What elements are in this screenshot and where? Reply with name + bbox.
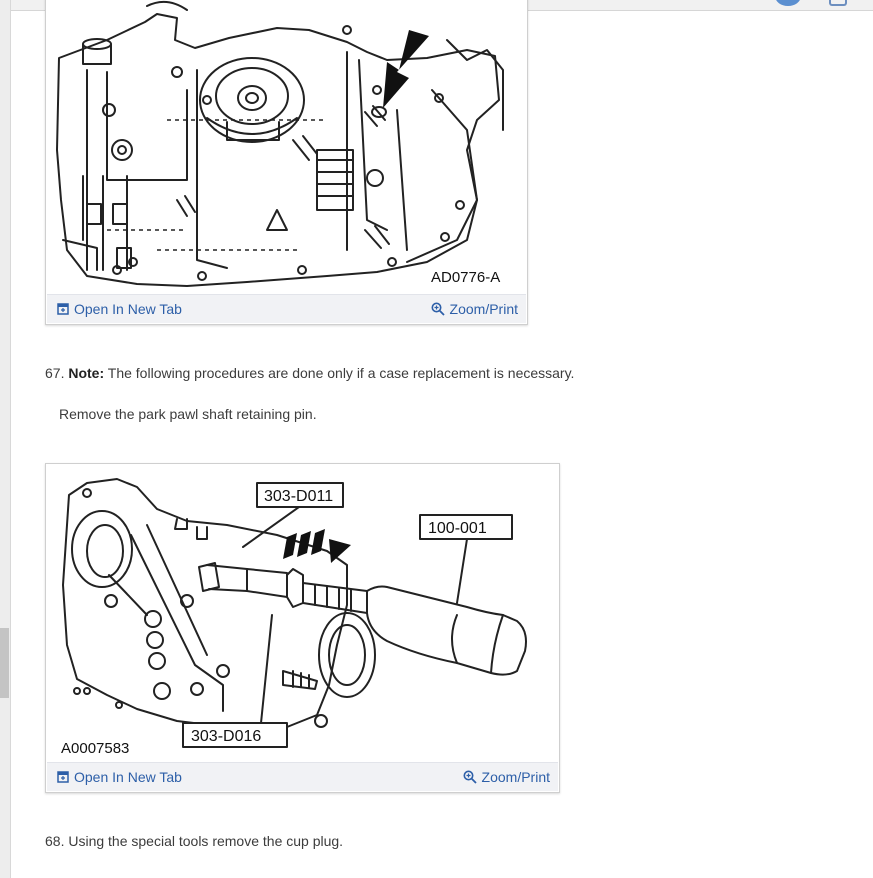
figure1-toolbar: Open In New Tab Zoom/Print (47, 294, 526, 323)
figure2-code: A0007583 (61, 740, 129, 757)
figure1-code: AD0776-A (431, 269, 500, 286)
figure1-zoom-print-link[interactable]: Zoom/Print (431, 301, 518, 317)
left-scrollbar-track[interactable] (0, 0, 11, 878)
figure2-open-new-tab-link[interactable]: Open In New Tab (57, 769, 182, 785)
transmission-case-illustration: AD0776-A (56, 0, 504, 287)
callout-100-001: 100-001 (428, 520, 487, 537)
zoom-magnifier-icon (463, 770, 477, 784)
callout-303-d016: 303-D016 (191, 728, 261, 745)
step-number: 67. (45, 365, 65, 381)
figure2-zoom-link-label: Zoom/Print (481, 769, 550, 785)
note-label: Note: (68, 365, 105, 381)
step-67-note: 67. Note: The following procedures are d… (45, 364, 574, 382)
zoom-magnifier-icon (431, 302, 445, 316)
figure1-open-link-label: Open In New Tab (74, 301, 182, 317)
figure-a0007583: 303-D011 100-001 303-D016 A0007583 Open … (45, 463, 560, 793)
left-scrollbar-thumb[interactable] (0, 628, 9, 698)
figure-ad0776: AD0776-A Open In New Tab Zoom/Print (45, 0, 528, 325)
step-number: 68. (45, 833, 65, 849)
step-68: 68. Using the special tools remove the c… (45, 832, 343, 850)
figure2-zoom-print-link[interactable]: Zoom/Print (463, 769, 550, 785)
figure2-open-link-label: Open In New Tab (74, 769, 182, 785)
step-text: Using the special tools remove the cup p… (68, 833, 344, 849)
note-text: The following procedures are done only i… (107, 365, 575, 381)
user-avatar-icon[interactable] (775, 0, 801, 6)
pin-removal-illustration: 303-D011 100-001 303-D016 A0007583 (61, 478, 527, 757)
open-new-tab-icon (57, 303, 69, 315)
figure2-toolbar: Open In New Tab Zoom/Print (47, 762, 558, 791)
open-new-tab-icon (57, 771, 69, 783)
callout-303-d011: 303-D011 (264, 488, 333, 505)
toolbar-menu-icon[interactable] (829, 0, 847, 6)
figure1-zoom-link-label: Zoom/Print (449, 301, 518, 317)
figure1-open-new-tab-link[interactable]: Open In New Tab (57, 301, 182, 317)
step-67-instruction: Remove the park pawl shaft retaining pin… (59, 406, 317, 422)
